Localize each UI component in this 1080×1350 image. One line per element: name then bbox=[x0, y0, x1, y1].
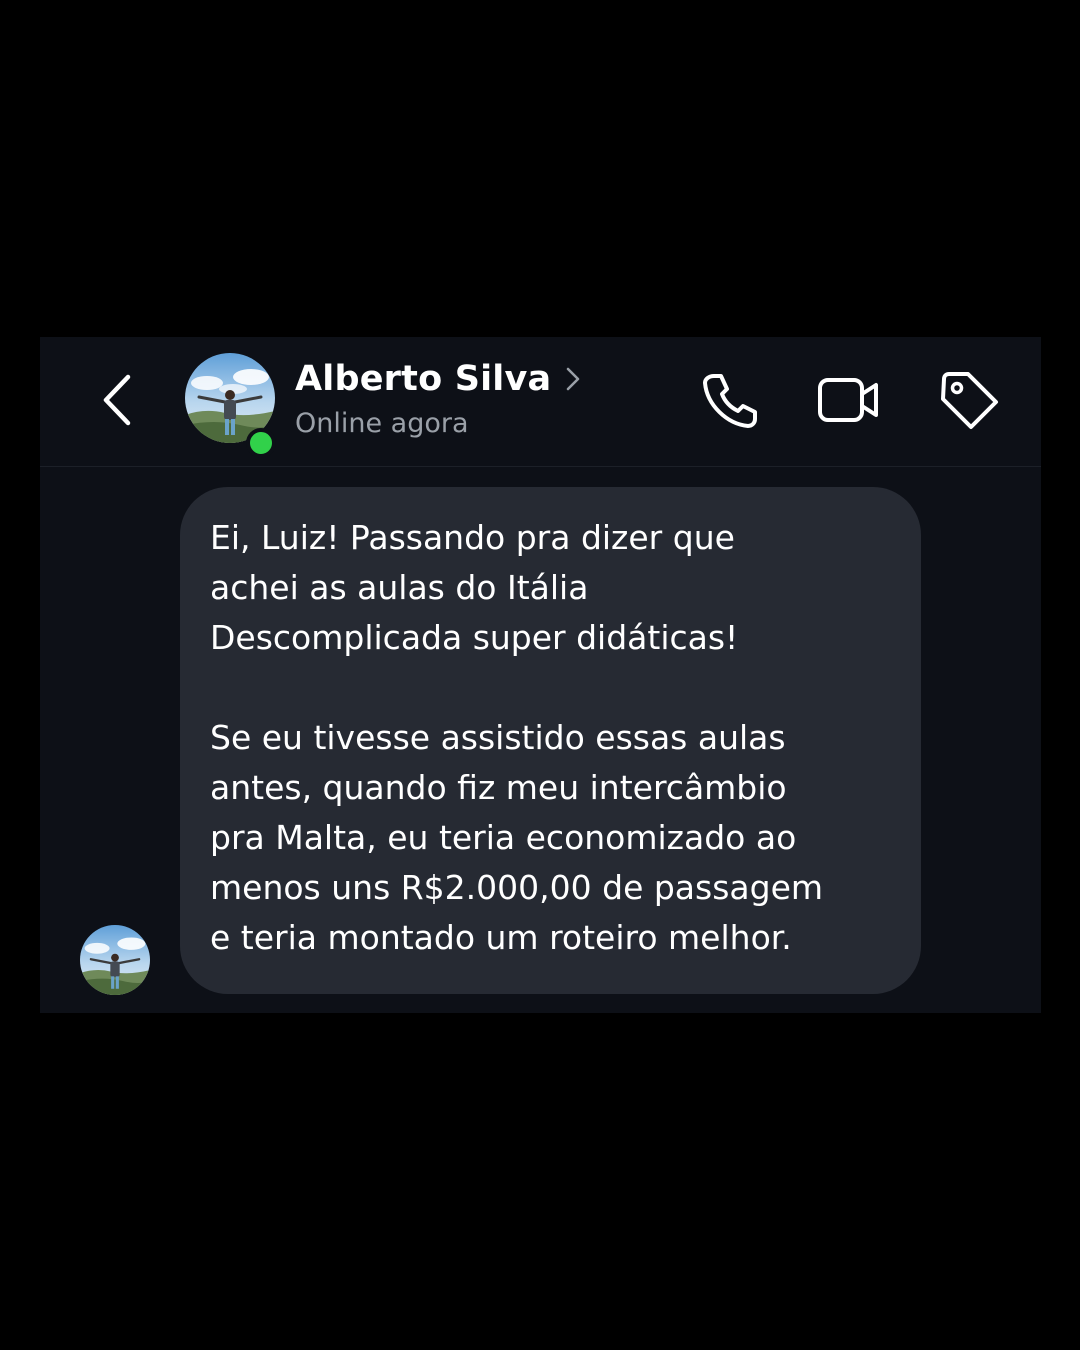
chat-header: Alberto Silva Online agora bbox=[40, 337, 1041, 467]
tag-button[interactable] bbox=[936, 367, 1002, 433]
contact-name: Alberto Silva bbox=[295, 359, 552, 399]
chevron-left-icon bbox=[103, 374, 131, 426]
back-button[interactable] bbox=[98, 369, 142, 431]
chevron-right-icon bbox=[567, 367, 580, 391]
audio-call-button[interactable] bbox=[696, 367, 762, 433]
contact-name-link[interactable]: Alberto Silva bbox=[295, 357, 581, 401]
tag-icon bbox=[941, 372, 998, 429]
contact-status: Online agora bbox=[295, 408, 469, 439]
video-call-button[interactable] bbox=[816, 367, 882, 433]
sender-avatar bbox=[80, 925, 150, 995]
phone-icon bbox=[703, 374, 757, 428]
online-status-dot bbox=[246, 428, 276, 458]
message-paragraph: Ei, Luiz! Passando pra dizer que achei a… bbox=[210, 518, 739, 657]
message-paragraph: Se eu tivesse assistido essas aulas ante… bbox=[210, 718, 824, 957]
contact-avatar[interactable] bbox=[185, 353, 276, 458]
chat-window: Alberto Silva Online agora Ei, Luiz! Pas… bbox=[40, 337, 1041, 1013]
message-bubble[interactable]: Ei, Luiz! Passando pra dizer que achei a… bbox=[180, 487, 921, 994]
video-camera-icon bbox=[818, 378, 878, 422]
